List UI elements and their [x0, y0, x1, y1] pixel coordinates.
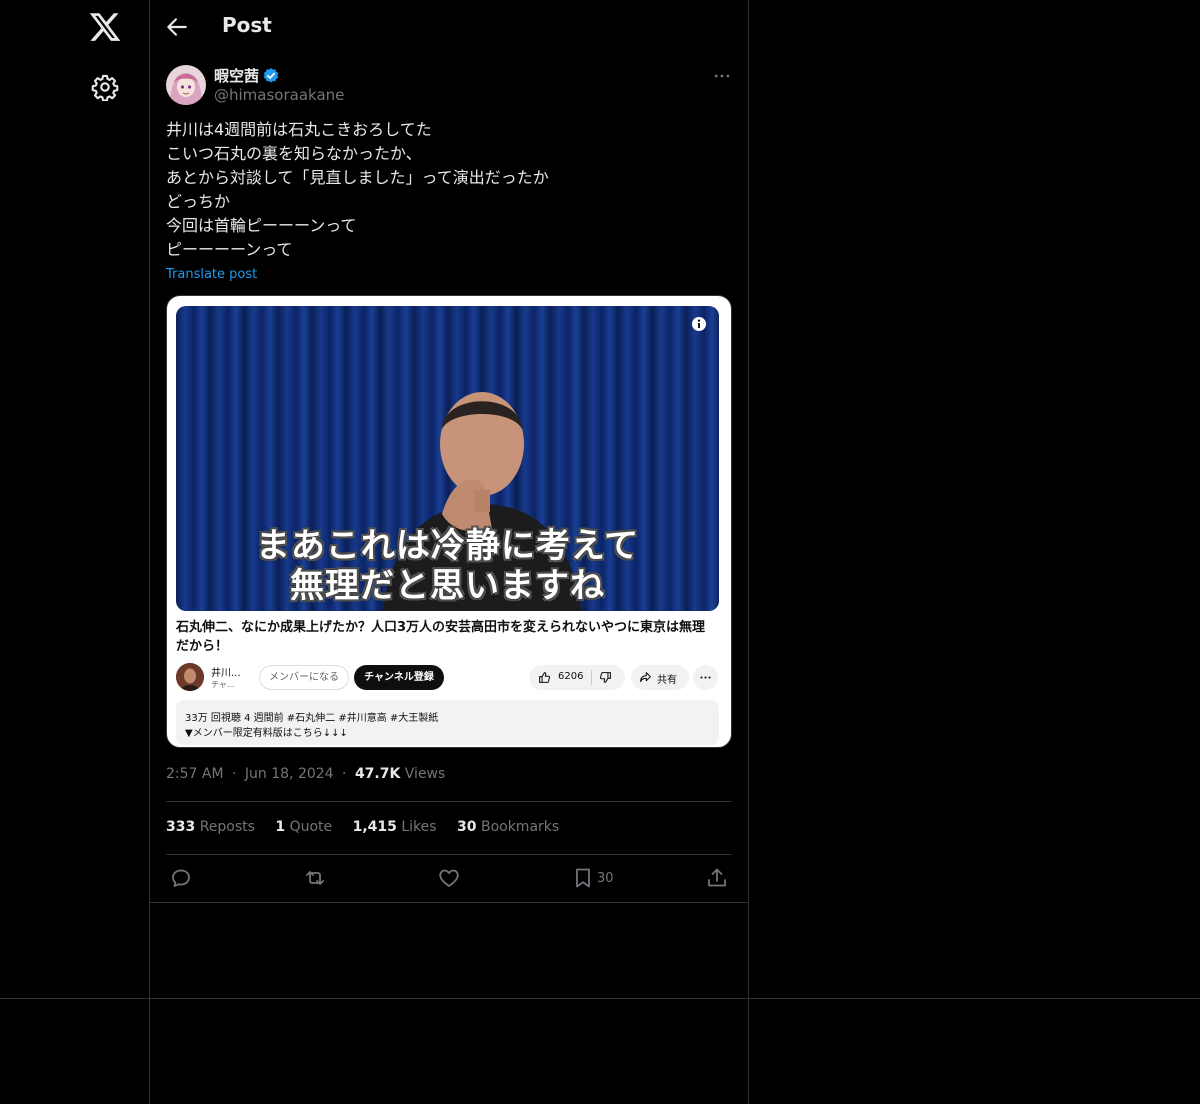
- quotes-stat[interactable]: 1 Quote: [275, 819, 332, 835]
- post-column: Post 暇空茜 @himasoraakane 井川は4週間前は石丸こきおろして…: [150, 0, 749, 1104]
- post-line: どっちか: [166, 192, 231, 211]
- channel-avatar: [176, 663, 204, 691]
- author-handle[interactable]: @himasoraakane: [214, 86, 344, 104]
- join-member-button: メンバーになる: [259, 665, 349, 690]
- post-image[interactable]: まあこれは冷静に考えて 無理だと思いますね 石丸伸二、なにか成果上げたか？人口3…: [166, 295, 732, 748]
- divider: [166, 801, 732, 802]
- reposts-count: 333: [166, 819, 196, 835]
- post-header: Post: [150, 0, 748, 54]
- like-count: 6206: [558, 671, 584, 682]
- views-count: 47.7K: [354, 766, 401, 782]
- video-description: 33万 回視聴 4 週間前 #石丸伸二 #井川意高 #大王製紙 ▼メンバー限定有…: [176, 700, 719, 745]
- more-horizontal-icon: [700, 676, 711, 679]
- page-title: Post: [222, 13, 272, 37]
- divider: [166, 854, 732, 855]
- post-date[interactable]: Jun 18, 2024: [245, 766, 334, 782]
- post-stats: 333 Reposts 1 Quote 1,415 Likes 30 Bookm…: [166, 819, 575, 835]
- subscribe-button: チャンネル登録: [354, 665, 444, 690]
- post-line: 今回は首輪ピーーーンって: [166, 216, 357, 235]
- post-line: ピーーーーンって: [166, 240, 293, 259]
- bookmark-icon[interactable]: [571, 866, 595, 890]
- video-title: 石丸伸二、なにか成果上げたか？人口3万人の安芸高田市を変えられないやつに東京は無…: [176, 620, 706, 654]
- heart-icon[interactable]: [437, 866, 461, 890]
- channel-name: 井川...: [211, 668, 241, 679]
- divider: [0, 998, 1200, 999]
- avatar[interactable]: [166, 65, 206, 105]
- reposts-label: Reposts: [199, 819, 255, 835]
- bookmarks-label: Bookmarks: [480, 819, 560, 835]
- left-nav: [0, 0, 150, 1104]
- pill-divider: [591, 670, 592, 685]
- post-line: こいつ石丸の裏を知らなかったか、: [166, 144, 422, 163]
- thumbs-down-icon: [599, 672, 611, 683]
- author-name[interactable]: 暇空茜: [214, 65, 259, 86]
- like-dislike-pill: 6206: [529, 665, 625, 690]
- more-horizontal-icon[interactable]: [712, 66, 732, 86]
- meta-separator: ·: [232, 766, 237, 782]
- post-time[interactable]: 2:57 AM: [166, 766, 224, 782]
- share-label: 共有: [657, 675, 677, 686]
- bookmarks-count: 30: [457, 819, 477, 835]
- views-label: Views: [404, 766, 446, 782]
- post-meta: 2:57 AM · Jun 18, 2024 · 47.7K Views: [166, 766, 445, 782]
- bookmark-count: 30: [597, 871, 614, 886]
- arrow-left-icon[interactable]: [164, 14, 190, 40]
- post-text: 井川は4週間前は石丸こきおろしてた こいつ石丸の裏を知らなかったか、 あとから対…: [166, 118, 732, 262]
- quotes-count: 1: [275, 819, 286, 835]
- description-line: ▼メンバー限定有料版はこちら↓↓↓: [185, 728, 348, 739]
- description-line: 33万 回視聴 4 週間前 #石丸伸二 #井川意高 #大王製紙: [185, 713, 439, 724]
- channel-subscribers: チャ...: [211, 680, 235, 689]
- likes-label: Likes: [401, 819, 437, 835]
- gear-icon[interactable]: [91, 73, 119, 101]
- bookmarks-stat[interactable]: 30 Bookmarks: [457, 819, 559, 835]
- video-caption-line: 無理だと思いますね: [290, 566, 605, 606]
- verified-badge-icon: [263, 68, 279, 83]
- quotes-label: Quote: [289, 819, 333, 835]
- more-options-pill: [693, 665, 718, 690]
- video-thumbnail: まあこれは冷静に考えて 無理だと思いますね: [176, 306, 719, 611]
- post-line: あとから対談して「見直しました」って演出だったか: [166, 168, 549, 187]
- divider: [150, 902, 748, 903]
- share-icon[interactable]: [705, 866, 729, 890]
- x-logo-icon[interactable]: [88, 10, 122, 44]
- likes-stat[interactable]: 1,415 Likes: [353, 819, 437, 835]
- info-icon[interactable]: [691, 316, 707, 332]
- likes-count: 1,415: [352, 819, 397, 835]
- action-bar: 30: [150, 862, 748, 896]
- post-line: 井川は4週間前は石丸こきおろしてた: [166, 120, 432, 139]
- reposts-stat[interactable]: 333 Reposts: [166, 819, 255, 835]
- thumbs-up-icon: [539, 672, 551, 683]
- share-arrow-icon: [640, 672, 651, 683]
- repost-icon[interactable]: [303, 866, 327, 890]
- reply-icon[interactable]: [169, 866, 193, 890]
- share-pill: 共有: [631, 665, 689, 690]
- meta-separator: ·: [342, 766, 347, 782]
- translate-post-link[interactable]: Translate post: [166, 267, 257, 282]
